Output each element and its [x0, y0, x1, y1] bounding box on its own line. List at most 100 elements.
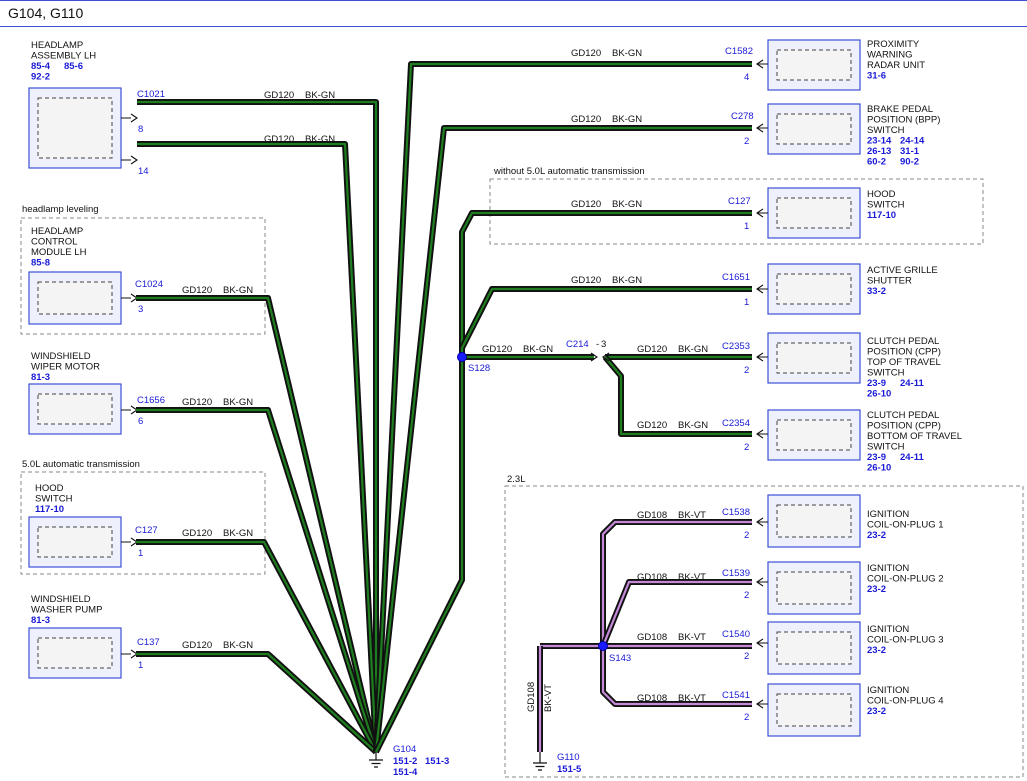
component-internal — [776, 342, 852, 374]
component-internal — [776, 419, 852, 451]
pin-arrow-icon — [756, 352, 768, 362]
ground-g104-ref: 151-3 — [425, 756, 449, 767]
component-name: SWITCH — [867, 442, 905, 453]
pin-arrow-icon — [121, 293, 138, 303]
component-ags: ACTIVE GRILLESHUTTER33-2 C1651 1 — [722, 263, 938, 315]
pin-arrow-icon — [756, 429, 768, 439]
connector-id: C137 — [137, 637, 160, 648]
component-name: ASSEMBLY LH — [31, 51, 96, 62]
connector-id: C2353 — [722, 341, 750, 352]
inline-connector-dash: - — [596, 339, 599, 350]
wire-circuit-label: GD108 — [526, 682, 537, 712]
connector-id: C1021 — [137, 89, 165, 100]
component-name: POSITION (BPP) — [867, 115, 940, 126]
component-ref: 117-10 — [35, 504, 64, 515]
pin-number: 2 — [744, 530, 749, 541]
component-ref: 85-6 — [64, 61, 83, 72]
ground-icon — [369, 752, 383, 768]
connector-id: C278 — [731, 111, 754, 122]
pin-number: 1 — [138, 548, 143, 559]
wire-circuit-label: GD108 — [637, 693, 667, 704]
component-hcm: HEADLAMPCONTROLMODULE LH85-8 C1024 3 — [28, 226, 163, 325]
component-name: SWITCH — [867, 200, 905, 211]
wire-circuit-label: GD120 — [182, 640, 212, 651]
wire-hsr — [459, 210, 752, 357]
pin-arrow-icon — [756, 59, 768, 69]
pin-number: 1 — [138, 660, 143, 671]
component-ref: 85-8 — [31, 258, 50, 269]
wire-circuit-label: GD120 — [182, 285, 212, 296]
component-hsr: HOODSWITCH117-10 C127 1 — [728, 187, 905, 239]
ground-g110-id: G110 — [557, 752, 580, 763]
component-internal — [776, 49, 852, 81]
wire-color-label: BK-GN — [223, 397, 253, 408]
pin-arrow-icon — [756, 284, 768, 294]
component-ref: 23-9 — [867, 378, 886, 389]
wire-circuit-label: GD120 — [264, 134, 294, 145]
component-name: WARNING — [867, 50, 913, 61]
connector-id: C1651 — [722, 272, 750, 283]
component-name: HOOD — [867, 189, 896, 200]
wire-circuit-label: GD120 — [264, 90, 294, 101]
wire-circuit-label: GD120 — [182, 397, 212, 408]
pin-number: 2 — [744, 442, 749, 453]
connector-id: C1538 — [722, 507, 750, 518]
component-name: HOOD — [35, 483, 64, 494]
component-name: PROXIMITY — [867, 39, 920, 50]
pin-arrow-icon — [756, 517, 768, 527]
group-label-23l: 2.3L — [507, 474, 526, 485]
wire-circuit-label: GD108 — [637, 572, 667, 583]
connector-id: C1024 — [135, 279, 163, 290]
component-ref: 23-9 — [867, 452, 886, 463]
component-ref: 117-10 — [867, 210, 896, 221]
splice-s143-label: S143 — [609, 653, 631, 664]
component-internal — [37, 97, 113, 159]
wire-circuit-label: GD108 — [637, 510, 667, 521]
wire-circuit-label: GD120 — [571, 114, 601, 125]
component-name: COIL-ON-PLUG 2 — [867, 574, 944, 585]
component-cpp1: CLUTCH PEDALPOSITION (CPP)TOP OF TRAVELS… — [722, 332, 941, 400]
wire-color-label: BK-GN — [612, 199, 642, 210]
component-name: COIL-ON-PLUG 4 — [867, 696, 944, 707]
component-name: CLUTCH PEDAL — [867, 410, 939, 421]
component-name: COIL-ON-PLUG 1 — [867, 520, 944, 531]
wiring-diagram: G104, G110 headlamp leveling 5.0L automa… — [0, 0, 1027, 778]
component-name: SWITCH — [35, 494, 73, 505]
pin-arrow-icon — [121, 155, 138, 165]
component-internal — [776, 504, 852, 538]
component-name: SWITCH — [867, 368, 905, 379]
component-internal — [776, 197, 852, 229]
component-name: POSITION (CPP) — [867, 421, 941, 432]
pin-number: 8 — [138, 124, 143, 135]
component-cpp2: CLUTCH PEDALPOSITION (CPP)BOTTOM OF TRAV… — [722, 409, 962, 474]
component-ref: 23-2 — [867, 530, 886, 541]
component-wwm: WINDSHIELDWIPER MOTOR81-3 C1656 6 — [28, 351, 165, 435]
pin-arrow-icon — [756, 638, 768, 648]
pin-number: 4 — [744, 72, 749, 83]
connector-id: C1540 — [722, 629, 750, 640]
wire-circuit-label: GD120 — [571, 199, 601, 210]
group-label-headlamp-leveling: headlamp leveling — [22, 204, 99, 215]
ground-g104: G104 151-2 151-3 151-4 — [369, 744, 449, 778]
splice-s128-label: S128 — [468, 363, 490, 374]
component-ref: 24-11 — [900, 452, 924, 463]
wire-circuit-label: GD120 — [182, 528, 212, 539]
page-title: G104, G110 — [8, 5, 83, 21]
component-ref: 33-2 — [867, 286, 886, 297]
component-ref: 90-2 — [900, 157, 919, 168]
pin-number: 2 — [744, 365, 749, 376]
component-ref: 26-13 — [867, 146, 891, 157]
component-internal — [776, 273, 852, 305]
wire-color-label: BK-GN — [305, 90, 335, 101]
component-cop4: IGNITIONCOIL-ON-PLUG 423-2 C1541 2 — [722, 683, 944, 737]
component-name: IGNITION — [867, 563, 909, 574]
pin-number: 6 — [138, 416, 143, 427]
component-name: ACTIVE GRILLE — [867, 265, 938, 276]
component-name: MODULE LH — [31, 247, 87, 258]
pin-arrow-icon — [121, 649, 138, 659]
wire-color-label: BK-GN — [678, 420, 708, 431]
inline-connector-c214: C214 — [566, 339, 589, 350]
wire-wwm — [136, 407, 379, 753]
component-bpp: BRAKE PEDALPOSITION (BPP)SWITCH23-14 24-1… — [731, 103, 940, 168]
wire-color-label: BK-GN — [612, 48, 642, 59]
